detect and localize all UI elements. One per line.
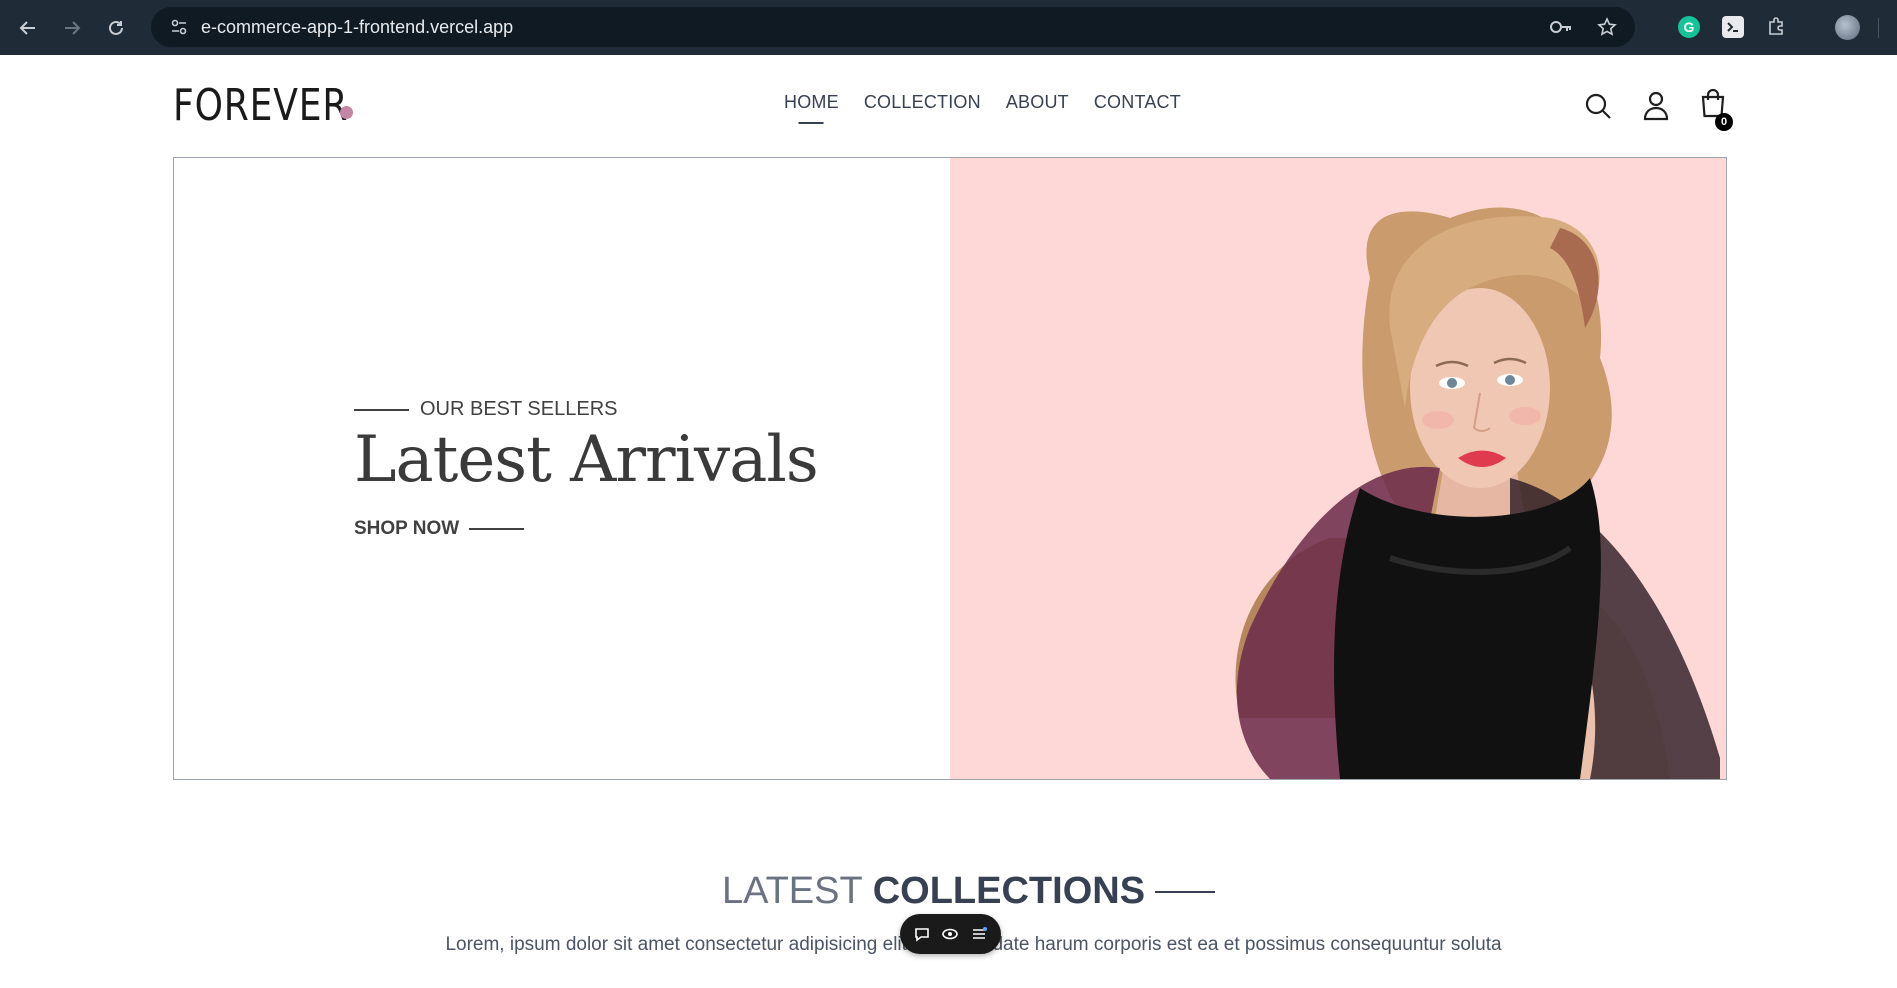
forward-button[interactable] — [50, 6, 94, 50]
logo[interactable]: FOREVER — [173, 80, 348, 131]
hero-headline: Latest Arrivals — [354, 423, 819, 497]
title-line — [1155, 890, 1216, 893]
back-button[interactable] — [6, 6, 50, 50]
nav-collection[interactable]: COLLECTION — [864, 92, 981, 113]
cart-button[interactable]: 0 — [1700, 88, 1733, 131]
hero-text-panel: OUR BEST SELLERS Latest Arrivals SHOP NO… — [174, 158, 950, 779]
shop-now-label: SHOP NOW — [354, 518, 460, 539]
title-bold: COLLECTIONS — [872, 870, 1146, 912]
shop-now-link[interactable]: SHOP NOW — [354, 518, 525, 540]
reload-button[interactable] — [94, 6, 138, 50]
eyebrow-line — [354, 408, 409, 411]
url-text: e-commerce-app-1-frontend.vercel.app — [201, 16, 514, 37]
site-header: FOREVER HOME COLLECTION ABOUT CONTACT 0 — [173, 56, 1733, 157]
shop-now-line — [469, 528, 525, 530]
eyebrow-text: OUR BEST SELLERS — [420, 398, 618, 420]
nav-about[interactable]: ABOUT — [1006, 92, 1069, 113]
arrow-right-icon — [65, 20, 81, 35]
logo-dot — [340, 106, 353, 119]
comment-icon[interactable] — [913, 925, 931, 943]
main-nav: HOME COLLECTION ABOUT CONTACT — [784, 92, 1181, 113]
extensions-area: G — [1678, 10, 1788, 44]
cart-count-badge: 0 — [1715, 113, 1733, 131]
nav-home[interactable]: HOME — [784, 92, 839, 113]
profile-avatar[interactable] — [1835, 15, 1860, 40]
hero-image — [950, 158, 1726, 779]
toolbar-divider — [1878, 18, 1879, 38]
hero-eyebrow: OUR BEST SELLERS — [354, 398, 617, 421]
terminal-icon[interactable] — [1722, 16, 1744, 38]
grammarly-icon[interactable]: G — [1678, 16, 1700, 38]
header-actions: 0 — [1584, 88, 1733, 131]
floating-toolbar — [900, 914, 1001, 954]
hero-banner: OUR BEST SELLERS Latest Arrivals SHOP NO… — [173, 157, 1727, 780]
key-icon[interactable] — [1549, 19, 1573, 35]
menu-list-icon[interactable] — [970, 925, 988, 943]
arrow-left-icon — [19, 20, 35, 35]
puzzle-icon[interactable] — [1766, 16, 1788, 38]
title-light: LATEST — [721, 870, 863, 912]
reload-icon — [109, 20, 123, 35]
eye-icon[interactable] — [941, 925, 959, 943]
latest-collections-heading: LATEST COLLECTIONS — [0, 870, 1897, 913]
profile-icon[interactable] — [1642, 91, 1670, 121]
address-bar[interactable]: e-commerce-app-1-frontend.vercel.app — [151, 7, 1635, 47]
model-photo — [1235, 207, 1720, 779]
nav-contact[interactable]: CONTACT — [1094, 92, 1181, 113]
site-info-icon[interactable] — [161, 18, 197, 36]
browser-toolbar: e-commerce-app-1-frontend.vercel.app G — [0, 0, 1897, 55]
search-icon[interactable] — [1584, 92, 1612, 120]
star-icon[interactable] — [1597, 17, 1617, 37]
